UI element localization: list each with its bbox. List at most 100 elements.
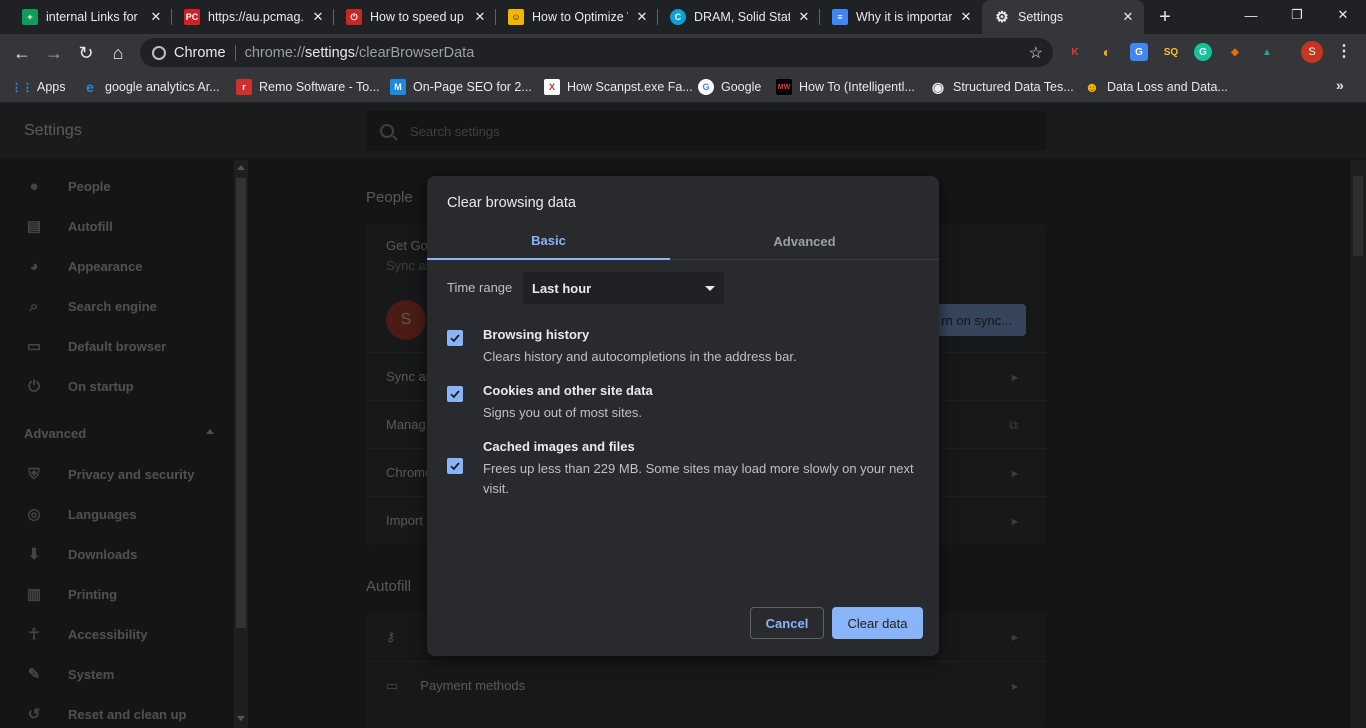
apps-grid-icon: ⋮⋮ xyxy=(11,81,33,94)
address-bar[interactable]: Chrome chrome:// settings /clearBrowserD… xyxy=(140,38,1053,67)
cancel-button[interactable]: Cancel xyxy=(750,607,824,639)
tab-advanced[interactable]: Advanced xyxy=(683,222,926,260)
bookmark-label: google analytics Ar... xyxy=(105,80,220,94)
m-icon: M xyxy=(390,79,406,95)
time-range-value: Last hour xyxy=(532,280,592,296)
tab-optimize[interactable]: ☺ How to Optimize W ✕ xyxy=(496,0,658,34)
address-chip: Chrome xyxy=(174,44,226,61)
checkmark-icon xyxy=(450,334,460,343)
menu-kebab-icon[interactable]: ⋮ xyxy=(1336,42,1352,62)
bookmark-label: How Scanpst.exe Fa... xyxy=(567,80,693,94)
reload-button[interactable]: ↻ xyxy=(73,40,99,66)
globe-icon: ◉ xyxy=(931,78,945,95)
tab-settings[interactable]: ⚙ Settings ✕ xyxy=(982,0,1144,34)
close-icon[interactable]: ✕ xyxy=(634,9,650,25)
bookmark-apps[interactable]: ⋮⋮ Apps xyxy=(11,77,66,97)
close-icon[interactable]: ✕ xyxy=(472,9,488,25)
translate-extension-icon[interactable]: G xyxy=(1130,43,1148,61)
moon-extension-icon[interactable]: ◐ xyxy=(1098,43,1116,61)
bookmark-google[interactable]: G Google xyxy=(698,77,761,97)
bookmarks-bar: ⋮⋮ Apps e google analytics Ar... r Remo … xyxy=(0,71,1366,103)
window-close-button[interactable]: ✕ xyxy=(1320,0,1366,30)
tab-title: How to speed up W xyxy=(370,10,466,24)
url-scheme: chrome:// xyxy=(244,44,306,61)
bookmark-google-analytics[interactable]: e google analytics Ar... xyxy=(82,77,220,97)
pcmag-icon: PC xyxy=(184,9,200,25)
bookmark-label: On-Page SEO for 2... xyxy=(413,80,532,94)
profile-avatar[interactable]: S xyxy=(1301,41,1323,63)
docs-icon: ≡ xyxy=(832,9,848,25)
sq-extension-icon[interactable]: SQ xyxy=(1162,43,1180,61)
new-tab-button[interactable]: + xyxy=(1154,6,1176,28)
time-range-label: Time range xyxy=(447,280,513,295)
tab-why-important[interactable]: ≡ Why it is importan ✕ xyxy=(820,0,982,34)
sheets-icon: + xyxy=(22,9,38,25)
bookmark-scanpst[interactable]: X How Scanpst.exe Fa... xyxy=(544,77,693,97)
smiley-icon: ☺ xyxy=(508,9,524,25)
dropdown-arrow-icon xyxy=(705,286,715,291)
dialog-title: Clear browsing data xyxy=(447,195,576,211)
hat-extension-icon[interactable]: ▲ xyxy=(1258,43,1276,61)
checkbox-browsing-history[interactable] xyxy=(447,330,463,346)
bookmarks-overflow-icon[interactable]: » xyxy=(1336,77,1344,93)
bookmark-label: Structured Data Tes... xyxy=(953,80,1074,94)
address-divider xyxy=(234,44,236,61)
clear-browsing-data-dialog: Clear browsing data Basic Advanced Time … xyxy=(427,176,939,656)
close-icon[interactable]: ✕ xyxy=(796,9,812,25)
dialog-tabs: Basic Advanced xyxy=(427,222,939,260)
checkbox-cookies[interactable] xyxy=(447,386,463,402)
bookmark-data-loss[interactable]: ☻ Data Loss and Data... xyxy=(1084,77,1228,97)
url-path: /clearBrowserData xyxy=(355,44,475,61)
tab-basic[interactable]: Basic xyxy=(427,222,670,260)
bookmark-how-to[interactable]: MW How To (Intelligentl... xyxy=(776,77,915,97)
bookmark-label: How To (Intelligentl... xyxy=(799,80,915,94)
tab-title: Why it is importan xyxy=(856,10,952,24)
option-description: Frees up less than 229 MB. Some sites ma… xyxy=(483,461,914,496)
back-button[interactable]: ← xyxy=(9,40,35,66)
checkmark-icon xyxy=(450,390,460,399)
bookmark-structured-data[interactable]: ◉ Structured Data Tes... xyxy=(930,77,1074,97)
tab-title: internal Links for P xyxy=(46,10,142,24)
tab-internal-links[interactable]: + internal Links for P ✕ xyxy=(10,0,172,34)
option-browsing-history[interactable]: Browsing history Clears history and auto… xyxy=(447,327,917,373)
option-cached-images[interactable]: Cached images and files Frees up less th… xyxy=(447,439,917,505)
tab-title: https://au.pcmag.c xyxy=(208,10,304,24)
tag-extension-icon[interactable]: ◆ xyxy=(1226,43,1244,61)
remo-icon: r xyxy=(236,79,252,95)
bookmark-onpage-seo[interactable]: M On-Page SEO for 2... xyxy=(390,77,532,97)
k-extension-icon[interactable]: K xyxy=(1066,43,1084,61)
mw-icon: MW xyxy=(776,79,792,95)
tab-dram[interactable]: C DRAM, Solid State ✕ xyxy=(658,0,820,34)
close-icon[interactable]: ✕ xyxy=(148,9,164,25)
bookmark-label: Remo Software - To... xyxy=(259,80,380,94)
option-title: Browsing history xyxy=(483,327,590,342)
tab-strip: + internal Links for P ✕ PC https://au.p… xyxy=(0,0,1366,34)
tab-title: Settings xyxy=(1018,10,1064,24)
restore-button[interactable]: ❐ xyxy=(1274,0,1320,30)
tab-title: How to Optimize W xyxy=(532,10,628,24)
gear-icon: ⚙ xyxy=(995,9,1009,26)
bookmark-star-icon[interactable]: ☆ xyxy=(1029,43,1043,63)
bookmark-label: Apps xyxy=(37,80,66,94)
minimize-button[interactable]: — xyxy=(1228,0,1274,30)
browser-toolbar: ← → ↻ ⌂ Chrome chrome:// settings /clear… xyxy=(0,34,1366,71)
grammarly-extension-icon[interactable]: G xyxy=(1194,43,1212,61)
clear-data-button[interactable]: Clear data xyxy=(832,607,923,639)
option-cookies[interactable]: Cookies and other site data Signs you ou… xyxy=(447,383,917,429)
bookmark-label: Data Loss and Data... xyxy=(1107,80,1228,94)
option-description: Signs you out of most sites. xyxy=(483,405,642,420)
option-title: Cookies and other site data xyxy=(483,383,653,398)
time-range-select[interactable]: Last hour xyxy=(523,272,724,304)
close-icon[interactable]: ✕ xyxy=(958,9,974,25)
close-icon[interactable]: ✕ xyxy=(1120,9,1136,25)
home-button[interactable]: ⌂ xyxy=(105,40,131,66)
checkbox-cached-images[interactable] xyxy=(447,458,463,474)
ie-icon: e xyxy=(86,79,94,95)
tab-speed-up[interactable]: ⏻ How to speed up W ✕ xyxy=(334,0,496,34)
forward-button[interactable]: → xyxy=(41,40,67,66)
option-description: Clears history and autocompletions in th… xyxy=(483,349,797,364)
close-icon[interactable]: ✕ xyxy=(310,9,326,25)
tab-pcmag[interactable]: PC https://au.pcmag.c ✕ xyxy=(172,0,334,34)
bookmark-remo[interactable]: r Remo Software - To... xyxy=(236,77,380,97)
smiley-icon: ☻ xyxy=(1084,79,1100,95)
